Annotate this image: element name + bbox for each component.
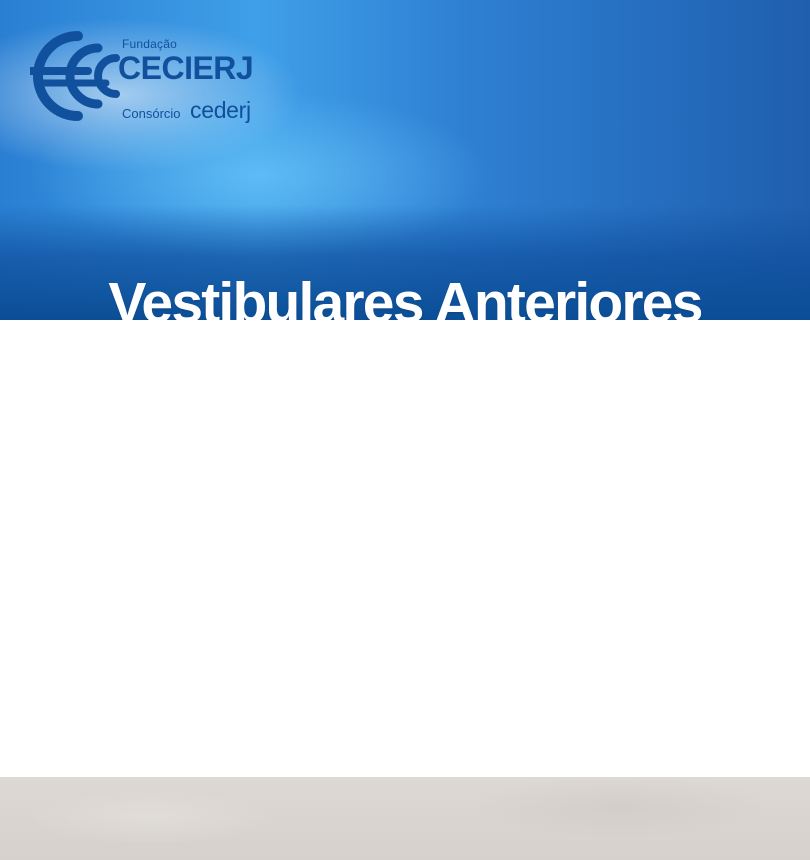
logo-consorcio: Consórcio [122,106,181,121]
logo-cecierj: CECIERJ [118,50,254,86]
cecierj-logo[interactable]: Fundação CECIERJ Consórcio cederj [30,26,270,126]
page-footer [0,777,810,860]
page-title: Vestibulares Anteriores [108,271,703,320]
content-area [0,320,810,777]
logo-fundacao: Fundação [122,37,177,51]
page-header: Fundação CECIERJ Consórcio cederj Vestib… [0,0,810,320]
logo-cederj: cederj [190,97,251,123]
cecierj-logo-mark-icon [30,31,120,121]
